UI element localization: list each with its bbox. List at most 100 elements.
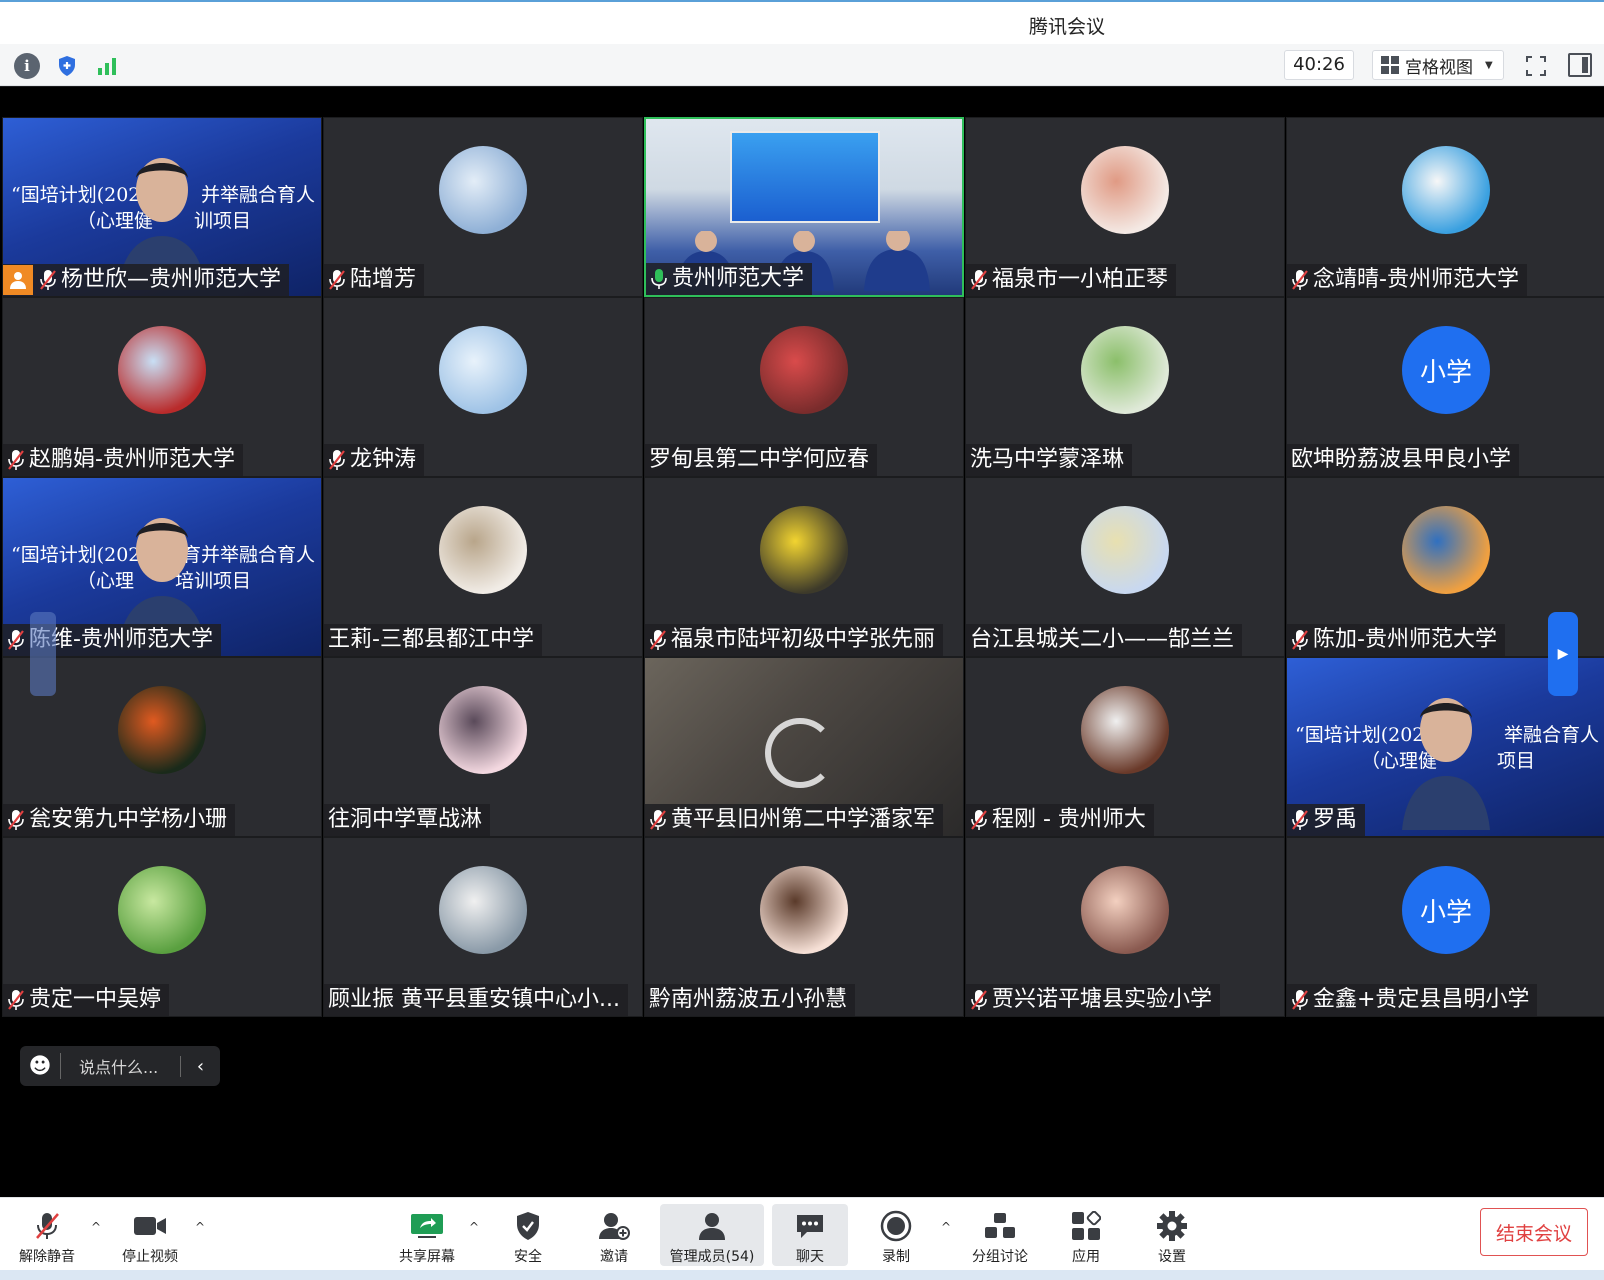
participant-tile[interactable]: 洗马中学蒙泽琳 bbox=[965, 297, 1285, 477]
participant-tile[interactable]: 罗甸县第二中学何应春 bbox=[644, 297, 964, 477]
participant-name-tag: 洗马中学蒙泽琳 bbox=[966, 444, 1133, 476]
participant-name-tag: 欧坤盼荔波县甲良小学 bbox=[1287, 444, 1520, 476]
participant-tile[interactable]: 陆增芳 bbox=[323, 117, 643, 297]
mic-muted-icon bbox=[649, 629, 667, 651]
participant-tile[interactable]: “国培计划(2022 （心理健 并举融合育人 训项目 杨世欣—贵州师范大学 bbox=[2, 117, 322, 297]
record-options-chevron-icon[interactable]: ^ bbox=[938, 1220, 954, 1236]
side-panel-toggle-icon[interactable] bbox=[1568, 53, 1592, 77]
slide-text: 项目 bbox=[1496, 750, 1535, 772]
mic-muted-icon bbox=[7, 629, 25, 651]
participant-name-tag: 往洞中学覃战淋 bbox=[324, 804, 491, 836]
end-meeting-button[interactable]: 结束会议 bbox=[1480, 1208, 1588, 1256]
participant-name-tag: 罗甸县第二中学何应春 bbox=[645, 444, 878, 476]
mic-muted-icon bbox=[39, 269, 57, 291]
participant-name: 瓮安第九中学杨小珊 bbox=[29, 807, 228, 832]
participant-avatar bbox=[1081, 866, 1169, 954]
participant-avatar bbox=[118, 866, 206, 954]
participant-name-tag: 台江县城关二小——郜兰兰 bbox=[966, 624, 1243, 656]
participant-tile[interactable]: 台江县城关二小——郜兰兰 bbox=[965, 477, 1285, 657]
projector-screen bbox=[730, 131, 880, 223]
add-user-icon bbox=[597, 1211, 631, 1241]
previous-page-button[interactable] bbox=[30, 612, 56, 696]
chat-bubble-icon bbox=[793, 1211, 827, 1241]
settings-button[interactable]: 设置 bbox=[1148, 1204, 1196, 1266]
participant-tile[interactable]: 龙钟涛 bbox=[323, 297, 643, 477]
participant-name: 黄平县旧州第二中学潘家军 bbox=[671, 807, 936, 832]
participant-avatar bbox=[439, 686, 527, 774]
participant-avatar bbox=[439, 866, 527, 954]
share-screen-icon bbox=[410, 1211, 444, 1241]
participant-avatar: 小学 bbox=[1402, 866, 1490, 954]
participant-name: 往洞中学覃战淋 bbox=[328, 807, 483, 832]
participant-name: 顾业振 黄平县重安镇中心小... bbox=[328, 987, 620, 1012]
host-badge-icon bbox=[3, 265, 33, 295]
participant-tile[interactable]: 念靖晴-贵州师范大学 bbox=[1286, 117, 1604, 297]
bottom-strip bbox=[0, 1270, 1604, 1280]
participant-tile[interactable]: 黄平县旧州第二中学潘家军 bbox=[644, 657, 964, 837]
participant-name: 贵州师范大学 bbox=[672, 266, 805, 291]
participant-tile[interactable]: 赵鹏娟-贵州师范大学 bbox=[2, 297, 322, 477]
mic-muted-icon bbox=[328, 449, 346, 471]
participant-name: 福泉市陆坪初级中学张先丽 bbox=[671, 627, 936, 652]
collapse-chevron-icon[interactable]: ‹ bbox=[180, 1055, 220, 1077]
security-shield-icon[interactable] bbox=[54, 53, 80, 79]
participant-avatar bbox=[439, 506, 527, 594]
participant-tile[interactable]: 顾业振 黄平县重安镇中心小... bbox=[323, 837, 643, 1017]
meeting-timer: 40:26 bbox=[1284, 50, 1354, 80]
quick-chat-input[interactable]: 说点什么... bbox=[61, 1054, 180, 1078]
network-signal-icon[interactable] bbox=[94, 53, 120, 79]
mic-muted-icon bbox=[649, 809, 667, 831]
video-options-chevron-icon[interactable]: ^ bbox=[192, 1220, 208, 1236]
participant-tile[interactable]: 贾兴诺平塘县实验小学 bbox=[965, 837, 1285, 1017]
participant-tile[interactable]: 王莉-三都县都江中学 bbox=[323, 477, 643, 657]
view-mode-label: 宫格视图 bbox=[1405, 57, 1473, 78]
slide-text: 举融合育人 bbox=[1503, 724, 1599, 746]
stop-video-button[interactable]: 停止视频 bbox=[118, 1204, 182, 1266]
mic-muted-icon bbox=[970, 269, 988, 291]
share-screen-button[interactable]: 共享屏幕 bbox=[392, 1204, 462, 1266]
next-page-button[interactable]: ▶ bbox=[1548, 612, 1578, 696]
participant-avatar bbox=[1402, 146, 1490, 234]
mic-active-icon bbox=[650, 268, 668, 290]
participant-name: 欧坤盼荔波县甲良小学 bbox=[1291, 447, 1512, 472]
chat-button[interactable]: 聊天 bbox=[772, 1204, 848, 1266]
info-icon[interactable]: i bbox=[14, 53, 40, 79]
view-mode-dropdown[interactable]: 宫格视图 ▼ bbox=[1372, 50, 1504, 80]
participant-name-tag: 黄平县旧州第二中学潘家军 bbox=[645, 804, 944, 836]
audio-options-chevron-icon[interactable]: ^ bbox=[88, 1220, 104, 1236]
participant-avatar bbox=[760, 326, 848, 414]
participant-name-tag: 贵州师范大学 bbox=[646, 263, 813, 295]
participant-tile[interactable]: 黔南州荔波五小孙慧 bbox=[644, 837, 964, 1017]
participant-tile[interactable]: 贵州师范大学 bbox=[644, 117, 964, 297]
record-button[interactable]: 录制 bbox=[872, 1204, 920, 1266]
participant-tile[interactable]: 贵定一中吴婷 bbox=[2, 837, 322, 1017]
fullscreen-icon[interactable] bbox=[1524, 54, 1548, 78]
security-button[interactable]: 安全 bbox=[504, 1204, 552, 1266]
breakout-icon bbox=[983, 1211, 1017, 1241]
participant-name: 洗马中学蒙泽琳 bbox=[970, 447, 1125, 472]
participant-tile[interactable]: 往洞中学覃战淋 bbox=[323, 657, 643, 837]
participant-avatar bbox=[439, 326, 527, 414]
participant-name: 台江县城关二小——郜兰兰 bbox=[970, 627, 1235, 652]
invite-button[interactable]: 邀请 bbox=[590, 1204, 638, 1266]
participant-name: 陆增芳 bbox=[350, 267, 417, 292]
breakout-rooms-button[interactable]: 分组讨论 bbox=[964, 1204, 1036, 1266]
participant-avatar bbox=[1402, 506, 1490, 594]
participant-tile[interactable]: 程刚 - 贵州师大 bbox=[965, 657, 1285, 837]
apps-button[interactable]: 应用 bbox=[1062, 1204, 1110, 1266]
participant-video-person bbox=[1398, 680, 1494, 830]
participant-tile[interactable]: 福泉市一小柏正琴 bbox=[965, 117, 1285, 297]
participant-name: 龙钟涛 bbox=[350, 447, 417, 472]
participant-tile[interactable]: 小学 金鑫+贵定县昌明小学 bbox=[1286, 837, 1604, 1017]
participant-avatar bbox=[1081, 506, 1169, 594]
window-title: 腾讯会议 bbox=[1028, 16, 1105, 38]
manage-members-button[interactable]: 管理成员(54) bbox=[660, 1204, 764, 1266]
participant-name: 罗禹 bbox=[1313, 807, 1358, 832]
participant-tile[interactable]: 小学 欧坤盼荔波县甲良小学 bbox=[1286, 297, 1604, 477]
unmute-button[interactable]: 解除静音 bbox=[16, 1204, 78, 1266]
share-options-chevron-icon[interactable]: ^ bbox=[466, 1220, 482, 1236]
participant-tile[interactable]: 福泉市陆坪初级中学张先丽 bbox=[644, 477, 964, 657]
quick-chat-bar[interactable]: ☻ 说点什么... ‹ bbox=[20, 1046, 220, 1086]
participant-name-tag: 福泉市一小柏正琴 bbox=[966, 264, 1177, 296]
emoji-icon[interactable]: ☻ bbox=[20, 1054, 60, 1079]
